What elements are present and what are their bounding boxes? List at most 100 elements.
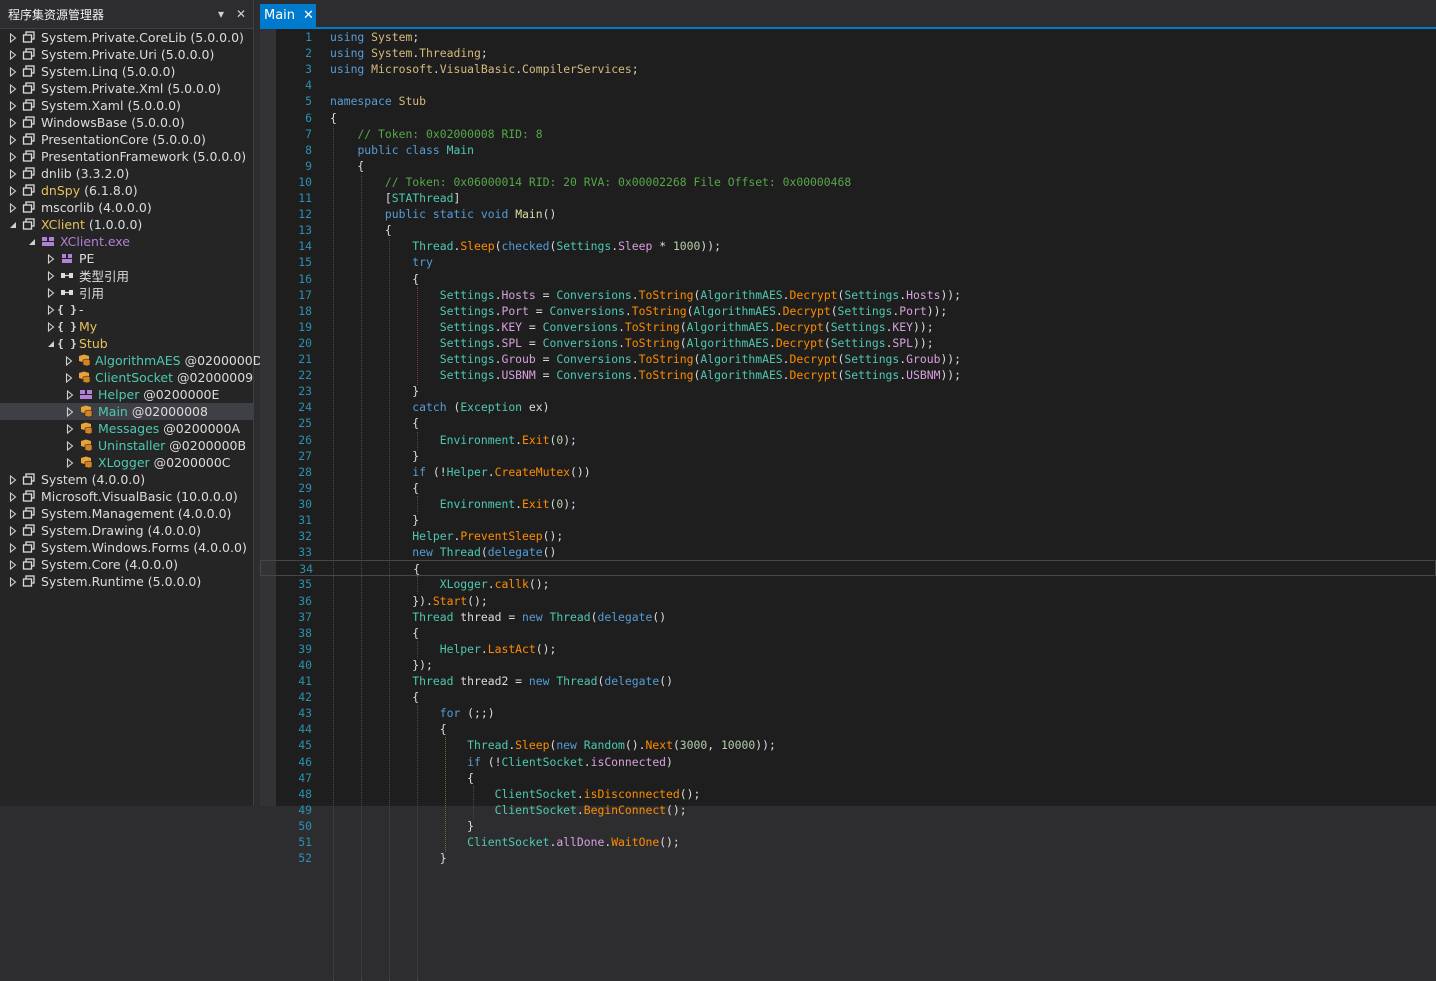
code-editor[interactable]: 1 using System; 2 using System.Threading; 3 u… [260,29,1436,981]
code-text: Environment.Exit(0); [330,496,577,512]
tree-node[interactable]: XClient.exe [0,233,253,250]
tree-node[interactable]: ClientSocket @02000009 [0,369,253,386]
code-token: (! [480,754,502,769]
tree-node[interactable]: 类型引用 [0,267,253,284]
code-token: WaitOne [611,835,660,849]
assembly-explorer-header: 程序集资源管理器 ▾ ✕ [0,0,253,29]
tree-node[interactable]: { } Stub [0,335,253,352]
expand-arrow-icon[interactable] [8,83,17,94]
expand-arrow-icon[interactable] [65,457,74,468]
expand-arrow-icon[interactable] [8,100,17,111]
line-number: 48 [298,786,312,801]
expand-arrow-icon[interactable] [8,134,17,145]
expand-arrow-icon[interactable] [8,542,17,553]
expand-arrow-icon[interactable] [8,202,17,213]
code-token: ToString [631,303,687,318]
collapse-arrow-icon[interactable] [8,219,17,230]
collapse-arrow-icon[interactable] [27,236,36,247]
code-token: { [330,625,420,640]
collapse-arrow-icon[interactable] [46,338,55,349]
expand-arrow-icon[interactable] [65,389,74,400]
tree-node[interactable]: dnlib (3.3.2.0) [0,165,253,182]
tree-node[interactable]: Microsoft.VisualBasic (10.0.0.0) [0,488,253,505]
tree-node[interactable]: AlgorithmAES @0200000D [0,352,262,369]
code-token: () [542,207,557,222]
code-token: , [707,738,721,753]
expand-arrow-icon[interactable] [65,372,73,383]
expand-arrow-icon[interactable] [46,253,55,264]
expand-arrow-icon[interactable] [46,287,55,298]
expand-arrow-icon[interactable] [8,185,17,196]
tree-node[interactable]: { } My [0,318,253,335]
code-text: Thread thread = new Thread(delegate() [330,609,666,625]
tree-node[interactable]: XLogger @0200000C [0,454,253,471]
expand-arrow-icon[interactable] [46,304,55,315]
tree-node[interactable]: Uninstaller @0200000B [0,437,253,454]
expand-arrow-icon[interactable] [46,321,55,332]
panel-menu-icon[interactable]: ▾ [213,7,229,21]
code-token: )); [940,352,962,366]
code-text: { [331,561,420,577]
expand-arrow-icon[interactable] [8,525,17,536]
tab-main[interactable]: Main ✕ [260,4,316,27]
expand-arrow-icon[interactable] [8,49,17,60]
panel-close-icon[interactable]: ✕ [233,7,249,21]
tree-node[interactable]: Main @02000008 [0,403,253,420]
tree-node[interactable]: XClient (1.0.0.0) [0,216,253,233]
code-line: 43 for (;;) [260,705,1436,721]
tree-node[interactable]: Helper @0200000E [0,386,253,403]
tree-node[interactable]: System.Windows.Forms (4.0.0.0) [0,539,253,556]
tree-node[interactable]: System.Xaml (5.0.0.0) [0,97,253,114]
tree-node[interactable]: WindowsBase (5.0.0.0) [0,114,253,131]
expand-arrow-icon[interactable] [8,508,17,519]
expand-arrow-icon[interactable] [8,117,17,128]
expand-arrow-icon[interactable] [8,66,17,77]
panel-title: 程序集资源管理器 [8,7,105,22]
tree-node[interactable]: Messages @0200000A [0,420,253,437]
tree-node[interactable]: System (4.0.0.0) [0,471,253,488]
tree-node[interactable]: System.Private.Uri (5.0.0.0) [0,46,253,63]
tree-node[interactable]: System.Linq (5.0.0.0) [0,63,253,80]
tree-node[interactable]: System.Runtime (5.0.0.0) [0,573,253,590]
expand-arrow-icon[interactable] [8,168,17,179]
tree-node[interactable]: System.Management (4.0.0.0) [0,505,253,522]
code-text: Settings.SPL = Conversions.ToString(Algo… [330,335,934,351]
code-token: AlgorithmAES [686,319,769,334]
tree-node[interactable]: dnSpy (6.1.8.0) [0,182,253,199]
expand-arrow-icon[interactable] [8,474,17,485]
code-line: 19 Settings.KEY = Conversions.ToString(A… [260,319,1436,335]
expand-arrow-icon[interactable] [8,32,17,43]
tree-node[interactable]: PE [0,250,253,267]
expand-arrow-icon[interactable] [65,423,74,434]
tab-close-icon[interactable]: ✕ [303,8,314,23]
tree-node[interactable]: 引用 [0,284,253,301]
line-number: 33 [298,545,312,560]
expand-arrow-icon[interactable] [46,270,55,281]
tree-node[interactable]: System.Private.CoreLib (5.0.0.0) [0,29,253,46]
expand-arrow-icon[interactable] [65,440,74,451]
expand-arrow-icon[interactable] [8,491,17,502]
tree-node[interactable]: { } - [0,301,253,318]
code-token: 3000 [679,738,708,753]
code-token: { [330,271,420,286]
code-token: { [330,110,337,125]
expand-arrow-icon[interactable] [65,355,73,366]
expand-arrow-icon[interactable] [8,151,17,162]
expand-arrow-icon[interactable] [65,406,74,417]
code-token: public static void [384,207,509,222]
code-token: ( [679,335,687,350]
expand-arrow-icon[interactable] [8,559,17,570]
code-token: Port [899,303,927,318]
code-line: 38 { [260,625,1436,641]
code-line: 48 ClientSocket.isDisconnected(); [260,786,1436,802]
expand-arrow-icon[interactable] [8,576,17,587]
tree-node[interactable]: System.Drawing (4.0.0.0) [0,522,253,539]
tree-node[interactable]: mscorlib (4.0.0.0) [0,199,253,216]
tree-node[interactable]: System.Core (4.0.0.0) [0,556,253,573]
tree-node[interactable]: System.Private.Xml (5.0.0.0) [0,80,253,97]
tree-node[interactable]: PresentationFramework (5.0.0.0) [0,148,253,165]
tree-node[interactable]: PresentationCore (5.0.0.0) [0,131,253,148]
